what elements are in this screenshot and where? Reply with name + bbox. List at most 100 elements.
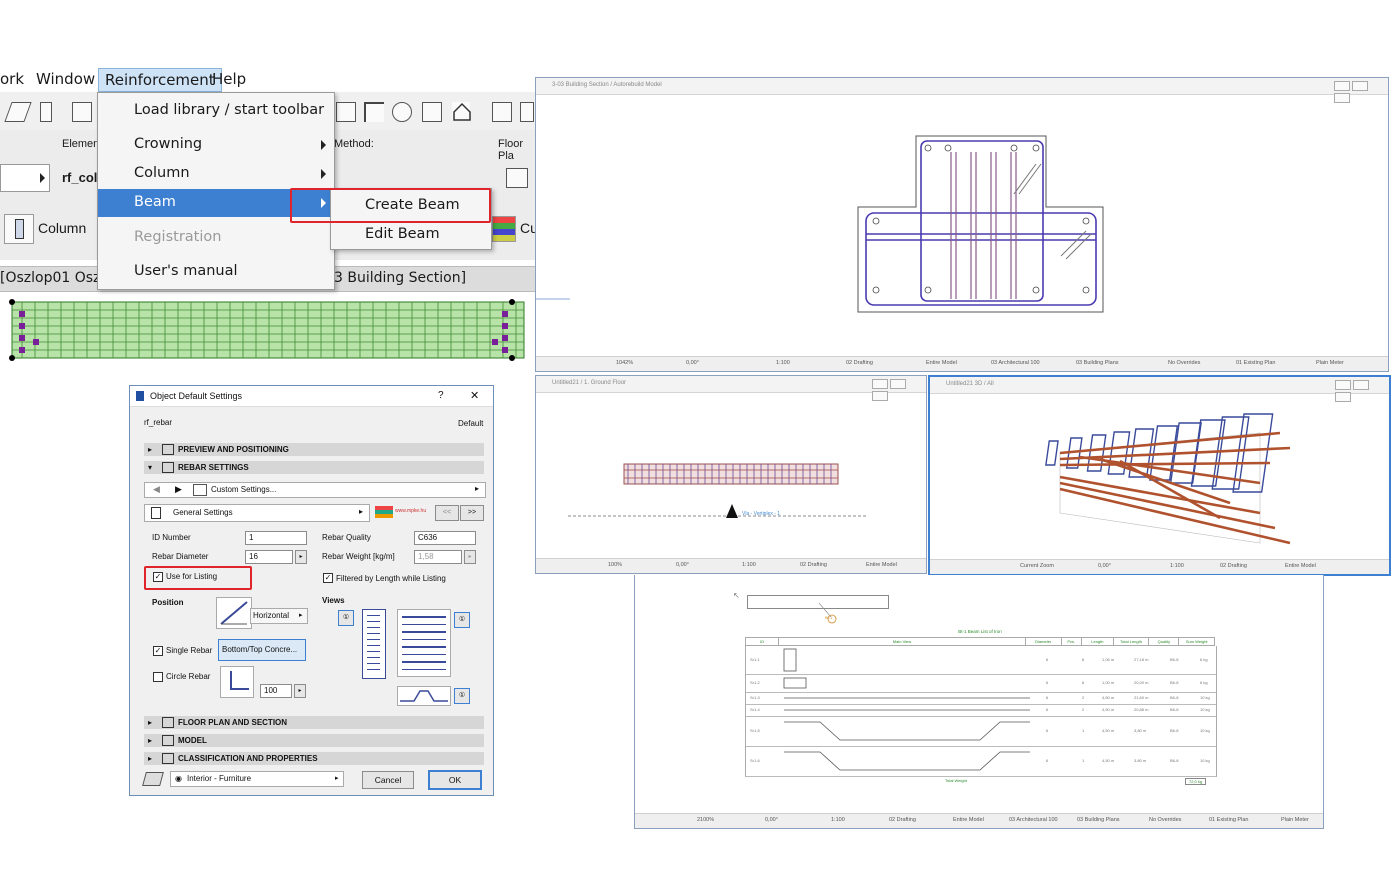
floor-plan-label: Floor Pla (498, 138, 524, 162)
menu-item-load-library[interactable]: Load library / start toolbar (98, 97, 334, 125)
object-default-settings-dialog: Object Default Settings ? ✕ rf_rebar Def… (129, 385, 494, 796)
schedule-cell: 20,88 m (1134, 707, 1149, 712)
menu-item-edit-beam[interactable]: Edit Beam (331, 221, 491, 249)
rebar-weight-input: 1,58 (414, 550, 462, 564)
bottom-top-button[interactable]: Bottom/Top Concre... (218, 639, 306, 661)
circle-rebar-checkbox[interactable] (153, 672, 163, 682)
rebar-list-table: ID Main View Diameter Pcs. Length Total Lengt… (744, 637, 1215, 646)
layer-dropdown[interactable]: ◉ Interior - Furniture ▸ (170, 771, 344, 787)
general-settings-dropdown[interactable]: General Settings ▸ (144, 504, 370, 522)
rebar-shape-sketch (783, 648, 797, 672)
close-button[interactable]: ✕ (470, 389, 479, 402)
more-tool-icon[interactable] (520, 102, 534, 122)
tab-building-section[interactable]: 3 Building Section] (334, 270, 466, 286)
window-controls[interactable] (1333, 380, 1385, 402)
section-model[interactable]: ▸ MODEL (144, 734, 484, 747)
house-tool-icon[interactable] (452, 102, 471, 121)
rebar-3d-view[interactable] (930, 393, 1389, 559)
wall-tool-icon[interactable] (40, 102, 52, 122)
frame-tool-icon[interactable] (422, 102, 442, 122)
schedule-cell: B6-8 (1170, 680, 1179, 685)
position-value: Horizontal (253, 611, 290, 620)
id-number-input[interactable]: 1 (245, 531, 307, 545)
element-selector[interactable] (0, 164, 50, 192)
slab-tool-icon[interactable] (4, 102, 32, 122)
method-label: Method: (334, 138, 374, 150)
cancel-button[interactable]: Cancel (362, 771, 414, 789)
view-side-preview[interactable] (362, 609, 386, 679)
schedule-cell: 3,80 m (1134, 728, 1147, 733)
layer-value: Interior - Furniture (187, 774, 252, 783)
schedule-cell: 6 (1046, 758, 1049, 763)
circle-rebar-input[interactable]: 100 (260, 684, 292, 698)
view-1-button[interactable]: ① (338, 610, 354, 626)
circle-rebar-preview-icon (220, 666, 254, 698)
window-controls[interactable] (870, 379, 922, 401)
submenu-arrow-icon (321, 169, 326, 179)
floor-plan-icon[interactable] (506, 168, 528, 188)
section-rebar-settings[interactable]: ▾ REBAR SETTINGS (144, 461, 484, 474)
schedule-cell: 2 (1082, 695, 1085, 700)
schedule-cell: 4,50 m (1102, 758, 1115, 763)
view-front-preview[interactable] (397, 609, 451, 677)
prev-page-button[interactable]: << (435, 505, 459, 521)
layer-icon[interactable] (492, 216, 516, 242)
logo-icon (375, 506, 393, 518)
circle-stepper-button[interactable]: ▸ (294, 684, 306, 698)
filtered-by-length-checkbox[interactable]: ✓ (323, 573, 333, 583)
rebar-shape-sketch (784, 751, 1030, 771)
schedule-cell: 1,06 m (1102, 657, 1115, 662)
grid-tool-icon[interactable] (492, 102, 512, 122)
corner-tool-icon[interactable] (364, 102, 384, 122)
diameter-stepper-button[interactable]: ▸ (295, 550, 307, 564)
rebar-diameter-input[interactable]: 16 (245, 550, 293, 564)
dropdown-arrow-icon: ▸ (359, 507, 364, 516)
arc-tool-icon[interactable] (392, 102, 412, 122)
single-rebar-checkbox[interactable]: ✓ (153, 646, 163, 656)
menu-item-users-manual[interactable]: User's manual (98, 258, 334, 286)
beam-plan-canvas[interactable] (0, 292, 540, 372)
beam-plan-drawing[interactable]: Vla - Vertiplex - 1 (536, 392, 926, 558)
menu-reinforcement[interactable]: Reinforcement (98, 68, 222, 92)
schedule-window: ↖ Bt-1 Bt-1 Beam List of Iron ID Main Vie… (634, 575, 1324, 829)
schedule-cell: 10 kg (1200, 707, 1210, 712)
beam-section-drawing[interactable] (536, 94, 1388, 356)
help-button[interactable]: ? (438, 390, 444, 401)
plan-status-bar: 100% 0,00° 1:100 02 Drafting Entire Mode… (536, 558, 926, 573)
rebar-tool-icon[interactable] (336, 102, 356, 122)
submenu-arrow-icon (321, 140, 326, 150)
position-dropdown[interactable]: Horizontal ▸ (250, 608, 308, 624)
section-classification[interactable]: ▸ CLASSIFICATION AND PROPERTIES (144, 752, 484, 765)
view-2-button[interactable]: ① (454, 612, 470, 628)
next-page-button[interactable]: >> (460, 505, 484, 521)
view-bent-preview[interactable] (397, 686, 451, 706)
position-label: Position (152, 598, 184, 607)
custom-settings-bar[interactable]: ◀ ▶ Custom Settings... ▸ (144, 482, 486, 498)
schedule-cell: Sr1-6 (750, 758, 760, 763)
window-tool-icon[interactable] (72, 102, 92, 122)
menu-help[interactable]: Help (212, 70, 246, 88)
view-3-button[interactable]: ① (454, 688, 470, 704)
schedule-cell: 8 (1082, 657, 1085, 662)
schedule-header-cell: Length (1080, 637, 1114, 646)
ok-button[interactable]: OK (428, 770, 482, 790)
schedule-row: Sr1-1 6 8 1,06 m 27,18 m B6-8 6 kg (745, 646, 1217, 675)
rebar-quality-input[interactable]: C636 (414, 531, 476, 545)
schedule-cell: 20,00 m (1134, 680, 1149, 685)
schedule-cell: Sr1-4 (750, 707, 760, 712)
total-weight-label: Total Weight (945, 778, 967, 783)
tab-oszlop[interactable]: [Oszlop01 Oszl (0, 270, 104, 286)
window-controls[interactable] (1332, 81, 1384, 103)
schedule-cell: B6-8 (1170, 707, 1179, 712)
schedule-cell: Sr1-5 (750, 728, 760, 733)
menu-item-column[interactable]: Column (98, 160, 334, 188)
page-icon (151, 507, 161, 519)
column-icon[interactable] (4, 214, 34, 244)
section-preview-positioning[interactable]: ▸ PREVIEW AND POSITIONING (144, 443, 484, 456)
schedule-cell: 1 (1082, 758, 1085, 763)
cursor-icon: ↖ (733, 591, 740, 600)
menu-work[interactable]: ork (0, 70, 24, 88)
section-floor-plan[interactable]: ▸ FLOOR PLAN AND SECTION (144, 716, 484, 729)
menu-item-crowning[interactable]: Crowning (98, 131, 334, 159)
menu-window[interactable]: Window (36, 70, 95, 88)
